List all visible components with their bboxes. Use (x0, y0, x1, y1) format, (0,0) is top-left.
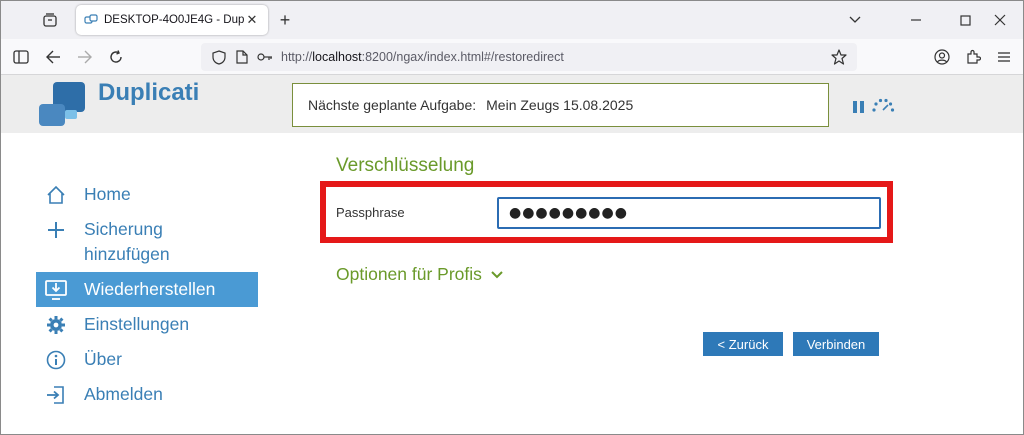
duplicati-logo-icon (39, 82, 85, 126)
list-all-tabs-icon[interactable] (843, 9, 867, 31)
throttle-speed-icon[interactable] (871, 97, 895, 113)
maximize-icon[interactable] (953, 9, 977, 31)
sidebar-item-label: Einstellungen (84, 314, 190, 334)
sidebar-item-home[interactable]: Home (36, 177, 258, 212)
sidebar-item-label: Sicherung hinzufügen (84, 219, 170, 264)
minimize-icon[interactable] (904, 9, 928, 31)
scheduled-label: Nächste geplante Aufgabe: (308, 97, 477, 113)
gear-icon (44, 312, 68, 337)
advanced-options-toggle[interactable]: Optionen für Profis (336, 264, 504, 285)
back-arrow-icon[interactable] (41, 45, 65, 69)
url-prefix: http:// (281, 50, 313, 64)
extensions-icon[interactable] (961, 45, 985, 69)
menu-icon[interactable] (992, 45, 1016, 69)
tab-duplicati[interactable]: DESKTOP-4O0JE4G - Duplicati ✕ (76, 5, 268, 35)
brand-name[interactable]: Duplicati (98, 79, 199, 107)
sidebar-item-about[interactable]: Über (36, 342, 258, 377)
tab-title: DESKTOP-4O0JE4G - Duplicati (104, 14, 244, 26)
close-window-icon[interactable] (988, 9, 1012, 31)
logout-icon (44, 382, 68, 407)
scheduled-task-box: Nächste geplante Aufgabe: Mein Zeugs 15.… (292, 83, 829, 127)
sidebar-menu: Home Sicherung hinzufügen Wiederherstell… (36, 177, 258, 412)
account-icon[interactable] (930, 45, 954, 69)
key-icon[interactable] (255, 47, 275, 67)
sidebar-item-restore[interactable]: Wiederherstellen (36, 272, 258, 307)
navigation-bar: http://localhost:8200/ngax/index.html#/r… (1, 39, 1023, 75)
home-icon (44, 182, 68, 207)
restore-icon (44, 277, 68, 302)
connect-button[interactable]: Verbinden (793, 332, 879, 356)
advanced-options-label: Optionen für Profis (336, 264, 482, 284)
sidebar-item-label: Home (84, 184, 131, 204)
sidebar-item-settings[interactable]: Einstellungen (36, 307, 258, 342)
chevron-down-icon (490, 270, 504, 280)
sidebar-item-label: Wiederherstellen (84, 279, 216, 299)
sidebar-item-label: Über (84, 349, 122, 369)
back-button[interactable]: < Zurück (703, 332, 783, 356)
favicon-icon (84, 13, 98, 27)
sidebar-item-add-backup[interactable]: Sicherung hinzufügen (36, 212, 258, 272)
pause-icon[interactable] (852, 99, 866, 115)
sidebar-item-label: Abmelden (84, 384, 163, 404)
url-text: http://localhost:8200/ngax/index.html#/r… (281, 50, 564, 64)
plus-icon (44, 217, 68, 242)
section-title: Verschlüsselung (336, 155, 475, 176)
shield-icon[interactable] (209, 47, 229, 67)
page-icon[interactable] (232, 47, 252, 67)
url-bar[interactable]: http://localhost:8200/ngax/index.html#/r… (201, 43, 857, 71)
sidebar-item-logout[interactable]: Abmelden (36, 377, 258, 412)
app-header: Duplicati Nächste geplante Aufgabe: Mein… (1, 75, 1023, 133)
reload-icon[interactable] (104, 45, 128, 69)
scheduled-value: Mein Zeugs 15.08.2025 (486, 97, 634, 113)
passphrase-label: Passphrase (336, 205, 405, 220)
sidebar-toggle-icon[interactable] (9, 45, 33, 69)
browser-window: DESKTOP-4O0JE4G - Duplicati ✕ + (0, 0, 1024, 435)
url-host: localhost (312, 50, 362, 64)
forward-arrow-icon[interactable] (73, 45, 97, 69)
info-icon (44, 347, 68, 372)
new-tab-icon[interactable]: + (275, 10, 295, 30)
passphrase-input[interactable] (497, 197, 881, 229)
bookmark-star-icon[interactable] (829, 47, 849, 67)
tab-list-button[interactable] (38, 9, 62, 31)
tab-bar: DESKTOP-4O0JE4G - Duplicati ✕ + (1, 1, 1023, 39)
close-tab-icon[interactable]: ✕ (244, 12, 260, 28)
url-path: :8200/ngax/index.html#/restoredirect (361, 50, 564, 64)
tab-list-icon (43, 13, 57, 27)
